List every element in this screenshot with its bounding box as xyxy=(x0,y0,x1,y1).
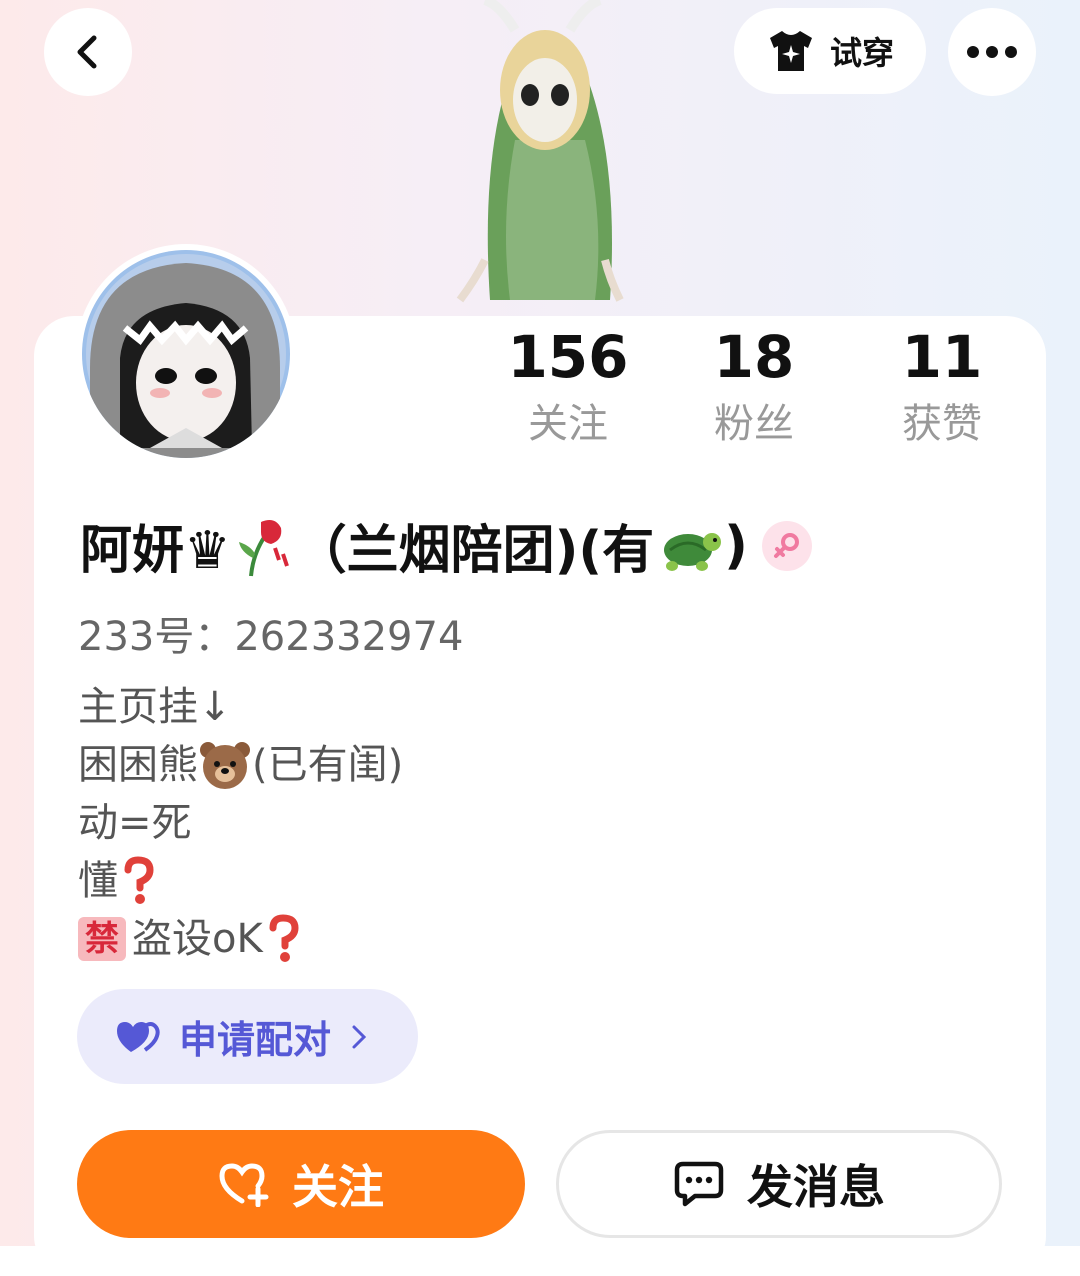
bio: 主页挂↓ 困困熊 (已有闺) 动=死 懂 禁 盗设oK xyxy=(78,678,403,968)
name-prefix: 阿妍♛ xyxy=(80,521,231,581)
bio-line-5-text: 盗设oK xyxy=(132,916,263,962)
wilted-rose-icon xyxy=(238,519,289,576)
more-button[interactable] xyxy=(948,8,1036,96)
stat-followers-label: 粉丝 xyxy=(714,401,794,447)
send-message-button[interactable]: 发消息 xyxy=(556,1130,1002,1238)
gender-badge xyxy=(761,520,812,571)
back-button[interactable] xyxy=(44,8,132,96)
tshirt-sparkle-icon xyxy=(769,31,812,71)
turtle-icon xyxy=(664,532,722,571)
heart-plus-icon xyxy=(219,1163,269,1207)
name-suffix: ) xyxy=(724,515,748,576)
follow-button[interactable]: 关注 xyxy=(77,1130,525,1238)
bio-line-1: 主页挂↓ xyxy=(78,678,403,736)
question-mark-icon xyxy=(269,914,299,962)
bio-line-1-text: 主页挂↓ xyxy=(78,684,232,730)
send-message-label: 发消息 xyxy=(747,1160,885,1214)
avatar-3d-figure[interactable] xyxy=(420,0,660,320)
try-on-button[interactable]: 试穿 xyxy=(734,8,926,94)
back-arrow-icon xyxy=(77,35,97,69)
follow-label: 关注 xyxy=(292,1160,384,1214)
bio-line-2-text-a: 困困熊 xyxy=(78,742,198,788)
question-mark-icon xyxy=(124,856,154,904)
bio-line-2: 困困熊 (已有闺) xyxy=(78,736,403,794)
stat-followers[interactable]: 18 粉丝 xyxy=(664,322,844,454)
double-heart-icon xyxy=(117,1021,160,1052)
bio-line-3: 动=死 xyxy=(78,794,403,852)
female-icon xyxy=(773,532,799,558)
try-on-label: 试穿 xyxy=(829,34,894,72)
avatar[interactable] xyxy=(80,248,292,460)
avatar-image xyxy=(82,250,290,458)
more-dots-icon xyxy=(967,46,1017,58)
apply-pair-label: 申请配对 xyxy=(179,1018,332,1062)
chat-bubble-icon xyxy=(674,1161,724,1207)
name-mid: （兰烟陪团)(有 xyxy=(294,521,655,581)
profile-name: 阿妍♛ （兰烟陪团)(有 ) xyxy=(80,508,812,583)
prohibited-badge: 禁 xyxy=(78,917,126,961)
bio-line-3-text: 动=死 xyxy=(78,800,192,846)
user-id: 233号：262332974 xyxy=(78,614,464,660)
bio-line-2-text-b: (已有闺) xyxy=(252,742,404,788)
stat-following-value: 156 xyxy=(507,323,629,391)
stat-likes-label: 获赞 xyxy=(902,401,982,447)
stat-followers-value: 18 xyxy=(713,323,795,391)
chevron-right-icon xyxy=(352,1025,367,1048)
bio-line-5: 禁 盗设oK xyxy=(78,910,403,968)
bear-icon xyxy=(200,742,250,789)
bio-line-4: 懂 xyxy=(78,852,403,910)
stat-following-label: 关注 xyxy=(528,401,608,447)
stat-likes-value: 11 xyxy=(901,323,983,391)
bio-line-4-text: 懂 xyxy=(78,858,118,904)
stat-following[interactable]: 156 关注 xyxy=(478,322,658,454)
apply-pair-button[interactable]: 申请配对 xyxy=(77,989,418,1084)
stat-likes[interactable]: 11 获赞 xyxy=(852,322,1032,454)
